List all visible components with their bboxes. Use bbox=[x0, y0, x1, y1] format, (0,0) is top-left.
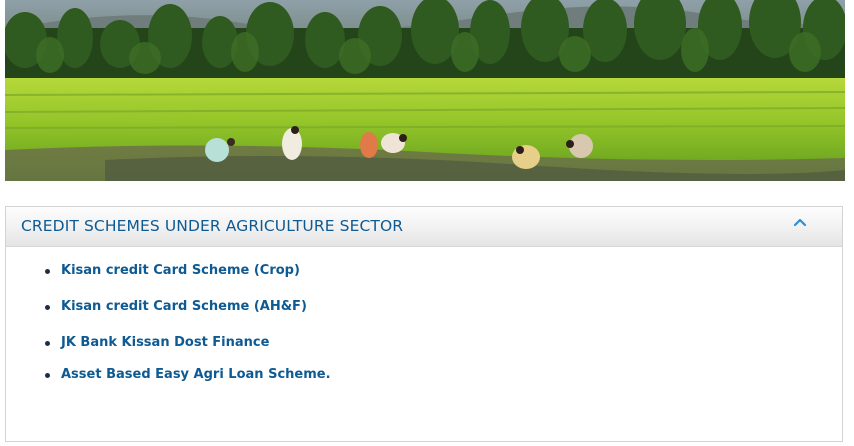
bullet-icon bbox=[45, 269, 50, 274]
credit-schemes-panel: CREDIT SCHEMES UNDER AGRICULTURE SECTOR … bbox=[5, 206, 843, 442]
scheme-link-kcc-ahf[interactable]: Kisan credit Card Scheme (AH&F) bbox=[61, 299, 307, 314]
farm-field-banner-image bbox=[5, 0, 845, 181]
chevron-up-icon[interactable] bbox=[792, 214, 808, 230]
list-item: JK Bank Kissan Dost Finance bbox=[45, 335, 269, 350]
scheme-link-asset-based-agri-loan[interactable]: Asset Based Easy Agri Loan Scheme. bbox=[61, 367, 331, 382]
bullet-icon bbox=[45, 341, 50, 346]
panel-title: CREDIT SCHEMES UNDER AGRICULTURE SECTOR bbox=[21, 217, 404, 235]
scheme-link-kissan-dost[interactable]: JK Bank Kissan Dost Finance bbox=[61, 335, 269, 350]
list-item: Kisan credit Card Scheme (AH&F) bbox=[45, 299, 307, 314]
list-item: Kisan credit Card Scheme (Crop) bbox=[45, 263, 300, 278]
bullet-icon bbox=[45, 373, 50, 378]
list-item: Asset Based Easy Agri Loan Scheme. bbox=[45, 367, 331, 382]
panel-header[interactable]: CREDIT SCHEMES UNDER AGRICULTURE SECTOR bbox=[6, 207, 842, 247]
scheme-link-kcc-crop[interactable]: Kisan credit Card Scheme (Crop) bbox=[61, 263, 300, 278]
bullet-icon bbox=[45, 305, 50, 310]
